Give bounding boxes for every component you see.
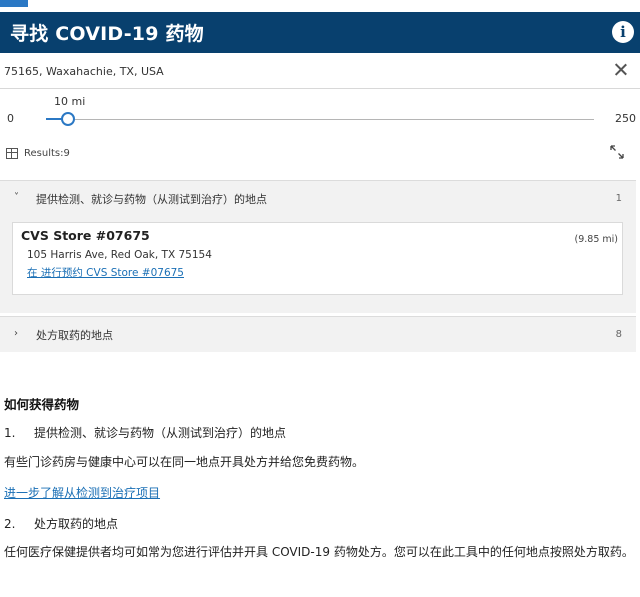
info-item-2: 2. 处方取药的地点 bbox=[4, 515, 118, 532]
section-heading: 如何获得药物 bbox=[4, 397, 80, 412]
item-1-description: 有些门诊药房与健康中心可以在同一地点开具处方并给您免费药物。 bbox=[4, 455, 365, 469]
table-icon bbox=[6, 147, 18, 159]
group-label: 提供检测、就诊与药物（从测试到治疗）的地点 bbox=[36, 193, 267, 206]
distance-slider-handle[interactable] bbox=[60, 112, 75, 126]
info-icon[interactable]: i bbox=[612, 21, 634, 43]
learn-more-link[interactable]: 进一步了解从检测到治疗项目 bbox=[4, 484, 160, 501]
store-name: CVS Store #07675 bbox=[21, 228, 150, 243]
group-prescription-pickup: › 处方取药的地点 8 bbox=[0, 316, 636, 352]
results-count: Results:9 bbox=[24, 147, 70, 159]
store-card[interactable]: CVS Store #07675 (9.85 mi) 105 Harris Av… bbox=[12, 222, 623, 295]
expand-icon[interactable] bbox=[610, 145, 624, 159]
store-distance: (9.85 mi) bbox=[574, 234, 618, 245]
location-input[interactable] bbox=[4, 61, 594, 81]
item-number: 1. bbox=[4, 426, 16, 440]
distance-min-label: 0 bbox=[7, 112, 14, 125]
close-icon[interactable] bbox=[612, 61, 630, 79]
group-count: 1 bbox=[615, 193, 622, 204]
item-label: 提供检测、就诊与药物（从测试到治疗）的地点 bbox=[34, 426, 287, 440]
top-accent-bar bbox=[0, 0, 28, 7]
distance-value-label: 10 mi bbox=[54, 95, 86, 108]
item-label: 处方取药的地点 bbox=[34, 517, 119, 531]
group-label: 处方取药的地点 bbox=[36, 329, 113, 342]
distance-slider-track[interactable] bbox=[46, 119, 594, 120]
item-2-description: 任何医疗保健提供者均可如常为您进行评估并开具 COVID-19 药物处方。您可以… bbox=[4, 545, 634, 559]
page-title: 寻找 COVID-19 药物 bbox=[10, 23, 204, 45]
app-header: 寻找 COVID-19 药物 i bbox=[0, 12, 640, 53]
group-count: 8 bbox=[615, 329, 622, 340]
group-header-test-to-treat[interactable]: ˅ 提供检测、就诊与药物（从测试到治疗）的地点 1 bbox=[0, 181, 636, 215]
results-summary: Results:9 bbox=[6, 145, 70, 161]
distance-max-label: 250 bbox=[615, 112, 636, 125]
location-search bbox=[0, 53, 640, 89]
chevron-right-icon: › bbox=[14, 328, 18, 339]
item-number: 2. bbox=[4, 517, 16, 531]
group-test-to-treat: ˅ 提供检测、就诊与药物（从测试到治疗）的地点 1 CVS Store #076… bbox=[0, 180, 636, 313]
group-header-prescription-pickup[interactable]: › 处方取药的地点 8 bbox=[0, 317, 636, 351]
info-item-1: 1. 提供检测、就诊与药物（从测试到治疗）的地点 bbox=[4, 424, 286, 441]
appointment-link[interactable]: 在 进行预约 CVS Store #07675 bbox=[27, 265, 184, 280]
store-address: 105 Harris Ave, Red Oak, TX 75154 bbox=[27, 249, 212, 261]
chevron-down-icon: ˅ bbox=[14, 192, 19, 203]
